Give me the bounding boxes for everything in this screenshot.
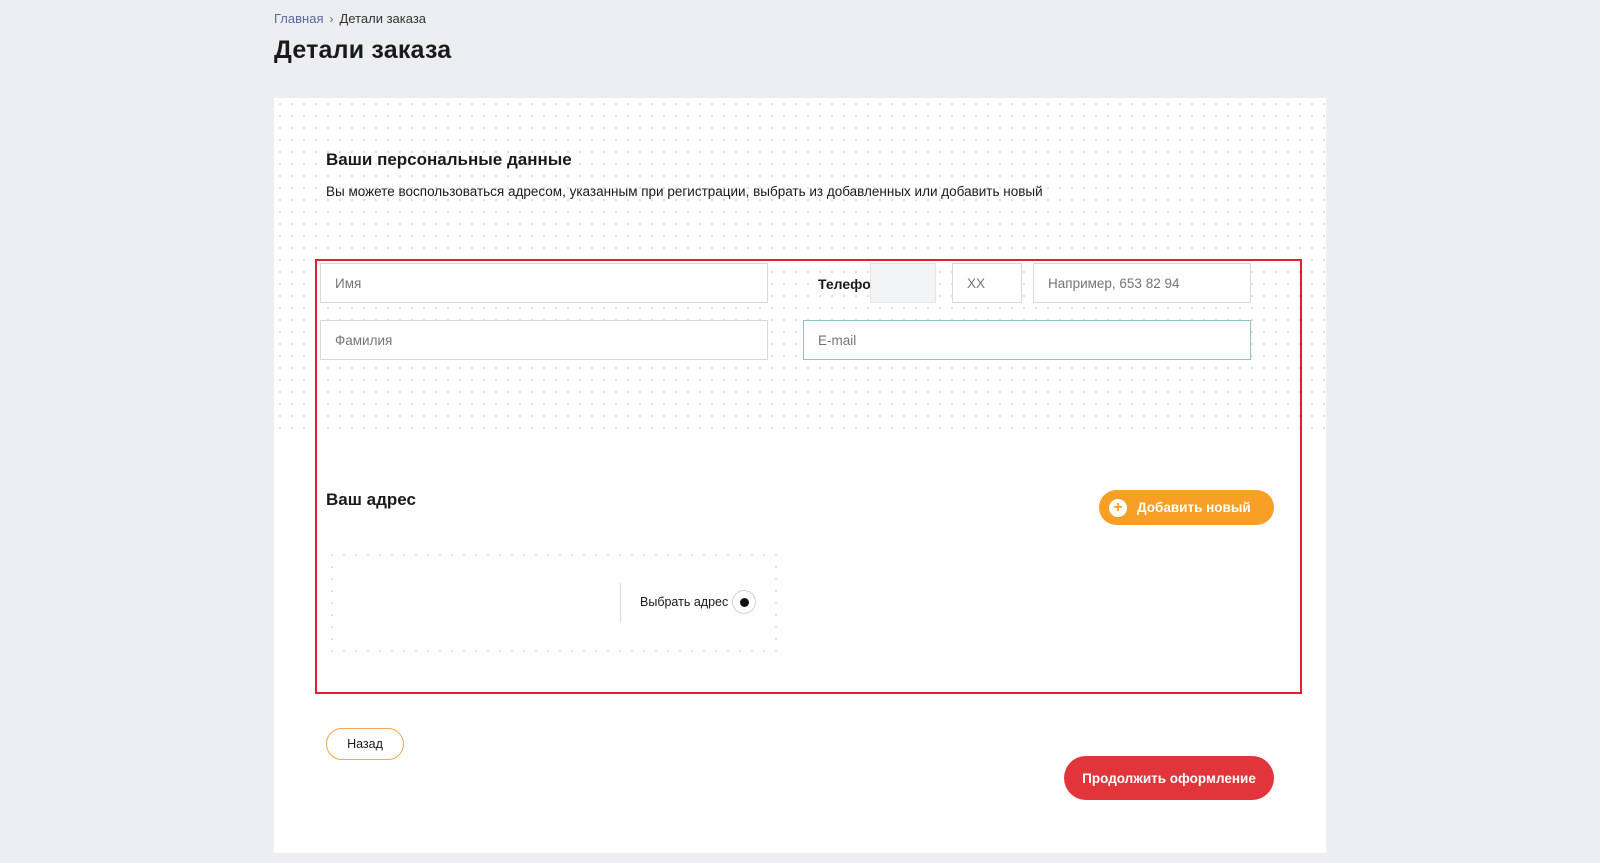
phone-country-code-field[interactable]: [870, 263, 936, 303]
email-input[interactable]: [803, 320, 1251, 360]
breadcrumb: Главная › Детали заказа: [274, 11, 426, 26]
breadcrumb-separator-icon: ›: [329, 11, 334, 26]
back-button[interactable]: Назад: [326, 728, 404, 760]
select-address-radio[interactable]: [732, 590, 756, 614]
phone-operator-code-input[interactable]: [952, 263, 1022, 303]
plus-circle-icon: +: [1109, 498, 1127, 517]
first-name-input[interactable]: [320, 263, 768, 303]
radio-selected-dot: [739, 597, 749, 607]
address-title: Ваш адрес: [326, 490, 416, 509]
add-new-address-label: Добавить новый: [1137, 500, 1251, 515]
page-title: Детали заказа: [274, 36, 452, 64]
select-address-label: Выбрать адрес: [640, 595, 729, 609]
breadcrumb-home-link[interactable]: Главная: [274, 11, 323, 26]
breadcrumb-current: Детали заказа: [339, 11, 427, 26]
add-new-address-button[interactable]: + Добавить новый: [1099, 490, 1274, 525]
personal-data-title: Ваши персональные данные: [326, 150, 572, 169]
address-card-divider: [620, 583, 621, 623]
personal-data-description: Вы можете воспользоваться адресом, указа…: [326, 184, 1043, 199]
phone-number-input[interactable]: [1033, 263, 1251, 303]
checkout-page: Главная › Детали заказа Детали заказа Ва…: [0, 0, 1600, 863]
address-card-container: Выбрать адрес: [326, 549, 782, 657]
address-card[interactable]: Выбрать адрес: [338, 561, 770, 645]
last-name-input[interactable]: [320, 320, 768, 360]
order-details-card: Ваши персональные данные Вы можете воспо…: [274, 98, 1326, 853]
continue-checkout-button[interactable]: Продолжить оформление: [1064, 756, 1274, 800]
